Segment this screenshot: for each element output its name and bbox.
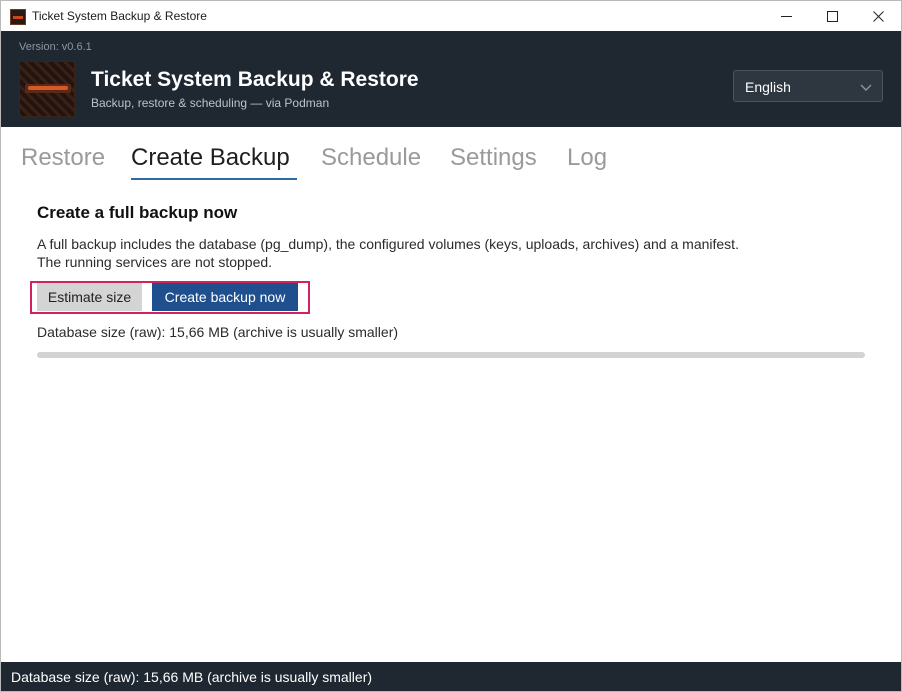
window-title-bar: Ticket System Backup & Restore [0, 0, 902, 31]
create-backup-button[interactable]: Create backup now [152, 283, 298, 311]
backup-description: A full backup includes the database (pg_… [37, 236, 739, 270]
minimize-icon [780, 16, 792, 17]
tab-log[interactable]: Log [567, 144, 607, 172]
active-tab-indicator [131, 178, 297, 180]
tab-restore[interactable]: Restore [21, 144, 105, 172]
tab-create-backup[interactable]: Create Backup [131, 144, 290, 172]
database-size-info: Database size (raw): 15,66 MB (archive i… [37, 324, 399, 340]
close-icon [872, 11, 884, 22]
chevron-down-icon [859, 80, 873, 99]
close-button[interactable] [855, 1, 901, 32]
status-text: Database size (raw): 15,66 MB (archive i… [11, 669, 373, 685]
window-title: Ticket System Backup & Restore [32, 9, 207, 23]
app-logo-icon [10, 9, 26, 25]
section-title: Create a full backup now [37, 203, 238, 222]
maximize-icon [826, 11, 838, 22]
version-label: Version: v0.6.1 [19, 41, 92, 53]
minimize-button[interactable] [763, 1, 809, 32]
app-header: Version: v0.6.1 Ticket System Backup & R… [0, 31, 902, 127]
estimate-size-button[interactable]: Estimate size [37, 283, 142, 311]
language-select[interactable]: English [733, 70, 883, 102]
language-selected: English [745, 79, 791, 95]
status-bar: Database size (raw): 15,66 MB (archive i… [0, 662, 902, 692]
tab-schedule[interactable]: Schedule [321, 144, 421, 172]
app-title: Ticket System Backup & Restore [91, 68, 419, 91]
tab-bar: Restore Create Backup Schedule Settings … [0, 127, 902, 183]
tab-settings[interactable]: Settings [450, 144, 537, 172]
app-logo [19, 61, 75, 117]
app-subtitle: Backup, restore & scheduling — via Podma… [91, 96, 330, 110]
maximize-button[interactable] [809, 1, 855, 32]
backup-progress-bar [37, 352, 865, 358]
